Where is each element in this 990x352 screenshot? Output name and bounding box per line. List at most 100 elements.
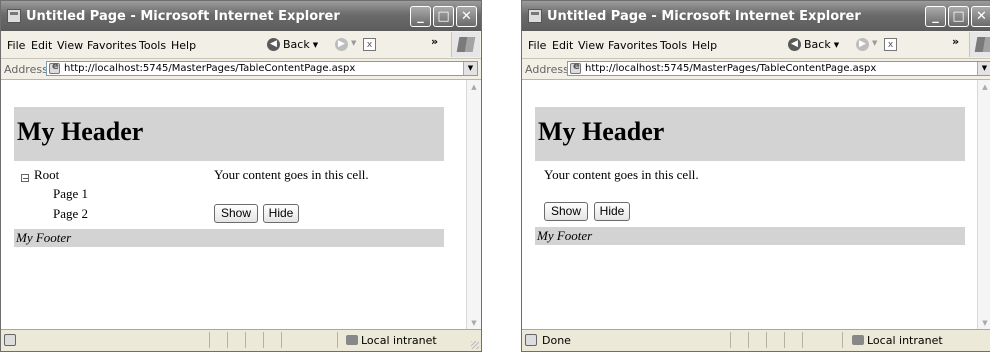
scroll-up-icon[interactable]: ▲ xyxy=(979,81,990,93)
page-header: My Header xyxy=(535,107,965,161)
address-dropdown-icon[interactable]: ▼ xyxy=(463,62,477,75)
page-content: My Header − Root Page 1 Page 2 Your cont… xyxy=(1,80,467,330)
close-button[interactable]: ✕ xyxy=(971,6,990,27)
status-divider xyxy=(730,332,731,348)
address-url: http://localhost:5745/MasterPages/TableC… xyxy=(64,63,356,74)
address-dropdown-icon[interactable]: ▼ xyxy=(977,62,990,75)
maximize-button[interactable]: □ xyxy=(433,6,454,27)
status-divider xyxy=(281,332,282,348)
scroll-down-icon[interactable]: ▼ xyxy=(979,317,990,329)
back-dropdown-icon[interactable]: ▼ xyxy=(313,41,318,49)
ie-app-icon xyxy=(528,9,542,23)
address-input[interactable]: http://localhost:5745/MasterPages/TableC… xyxy=(46,61,478,76)
page-footer-text: My Footer xyxy=(537,228,593,243)
minimize-button[interactable]: _ xyxy=(410,6,431,27)
stop-button-icon[interactable]: x xyxy=(884,38,897,51)
vertical-scrollbar[interactable]: ▲ ▼ xyxy=(466,80,481,330)
menu-favorites[interactable]: Favorites xyxy=(87,39,137,52)
tree-root[interactable]: Root xyxy=(34,167,59,183)
menu-edit[interactable]: Edit xyxy=(31,39,52,52)
status-divider xyxy=(209,332,210,348)
status-zone-label: Local intranet xyxy=(867,334,943,347)
menu-favorites[interactable]: Favorites xyxy=(608,39,658,52)
tree-node-page-2[interactable]: Page 2 xyxy=(53,206,88,222)
page-footer-text: My Footer xyxy=(16,230,72,245)
page-content: My Header Your content goes in this cell… xyxy=(522,80,978,330)
show-button[interactable]: Show xyxy=(214,204,258,223)
address-label: Address xyxy=(4,63,48,76)
status-bar: Local intranet xyxy=(1,329,481,351)
page-header-title: My Header xyxy=(17,117,144,146)
status-bar: Done Local intranet xyxy=(522,329,990,351)
forward-button-icon[interactable]: ▶ xyxy=(335,38,348,51)
status-page-icon xyxy=(4,334,16,346)
tree-collapse-icon[interactable]: − xyxy=(21,174,29,183)
menu-view[interactable]: View xyxy=(578,39,604,52)
status-divider xyxy=(766,332,767,348)
address-input[interactable]: http://localhost:5745/MasterPages/TableC… xyxy=(567,61,990,76)
windows-logo-icon xyxy=(969,32,990,57)
status-divider xyxy=(227,332,228,348)
status-divider xyxy=(245,332,246,348)
windows-logo-icon xyxy=(451,32,480,57)
title-bar[interactable]: Untitled Page - Microsoft Internet Explo… xyxy=(1,1,481,31)
page-footer: My Footer xyxy=(14,229,444,247)
menu-tools[interactable]: Tools xyxy=(139,39,166,52)
toolbar-chevron-icon[interactable]: » xyxy=(431,35,438,48)
back-label: Back xyxy=(804,38,831,51)
maximize-button[interactable]: □ xyxy=(948,6,969,27)
menu-help[interactable]: Help xyxy=(171,39,196,52)
menu-file[interactable]: File xyxy=(528,39,546,52)
intranet-zone-icon xyxy=(852,335,864,345)
menu-view[interactable]: View xyxy=(57,39,83,52)
back-button[interactable]: ◀ Back ▼ xyxy=(788,38,839,51)
scroll-up-icon[interactable]: ▲ xyxy=(468,81,480,93)
address-bar: Address http://localhost:5745/MasterPage… xyxy=(522,59,990,80)
back-dropdown-icon[interactable]: ▼ xyxy=(834,41,839,49)
browser-window-left: Untitled Page - Microsoft Internet Explo… xyxy=(0,0,482,352)
tree-node-page-1[interactable]: Page 1 xyxy=(53,186,88,202)
resize-grip[interactable] xyxy=(471,341,479,349)
intranet-zone-icon xyxy=(346,335,358,345)
show-button[interactable]: Show xyxy=(544,202,588,221)
content-text: Your content goes in this cell. xyxy=(544,167,699,182)
window-title: Untitled Page - Microsoft Internet Explo… xyxy=(26,9,340,24)
page-header-title: My Header xyxy=(538,117,665,146)
status-divider xyxy=(263,332,264,348)
title-bar[interactable]: Untitled Page - Microsoft Internet Explo… xyxy=(522,1,990,31)
back-button[interactable]: ◀ Back ▼ xyxy=(267,38,318,51)
window-title: Untitled Page - Microsoft Internet Explo… xyxy=(547,9,861,24)
minimize-button[interactable]: _ xyxy=(925,6,946,27)
page-header: My Header xyxy=(14,107,444,161)
page-icon xyxy=(570,61,581,74)
hide-button[interactable]: Hide xyxy=(594,202,630,221)
status-page-icon xyxy=(525,334,537,346)
menu-edit[interactable]: Edit xyxy=(552,39,573,52)
forward-dropdown-icon[interactable]: ▼ xyxy=(872,39,877,47)
browser-window-right: Untitled Page - Microsoft Internet Explo… xyxy=(521,0,990,352)
address-bar: Address http://localhost:5745/MasterPage… xyxy=(1,59,481,80)
menu-file[interactable]: File xyxy=(7,39,25,52)
menu-bar: File Edit View Favorites Tools Help ◀ Ba… xyxy=(522,31,990,59)
status-divider xyxy=(784,332,785,348)
forward-button-icon[interactable]: ▶ xyxy=(856,38,869,51)
hide-button[interactable]: Hide xyxy=(263,204,299,223)
status-zone: Local intranet xyxy=(346,334,437,347)
status-divider xyxy=(337,332,338,348)
content-text: Your content goes in this cell. xyxy=(214,167,369,182)
forward-dropdown-icon[interactable]: ▼ xyxy=(351,39,356,47)
menu-tools[interactable]: Tools xyxy=(660,39,687,52)
toolbar-chevron-icon[interactable]: » xyxy=(952,35,959,48)
back-arrow-icon: ◀ xyxy=(267,38,280,51)
scroll-down-icon[interactable]: ▼ xyxy=(468,317,480,329)
status-divider xyxy=(802,332,803,348)
vertical-scrollbar[interactable]: ▲ ▼ xyxy=(977,80,990,330)
menu-help[interactable]: Help xyxy=(692,39,717,52)
close-button[interactable]: ✕ xyxy=(456,6,477,27)
status-text: Done xyxy=(542,334,571,347)
back-label: Back xyxy=(283,38,310,51)
address-url: http://localhost:5745/MasterPages/TableC… xyxy=(585,63,877,74)
stop-button-icon[interactable]: x xyxy=(363,38,376,51)
status-zone-label: Local intranet xyxy=(361,334,437,347)
address-label: Address xyxy=(525,63,569,76)
